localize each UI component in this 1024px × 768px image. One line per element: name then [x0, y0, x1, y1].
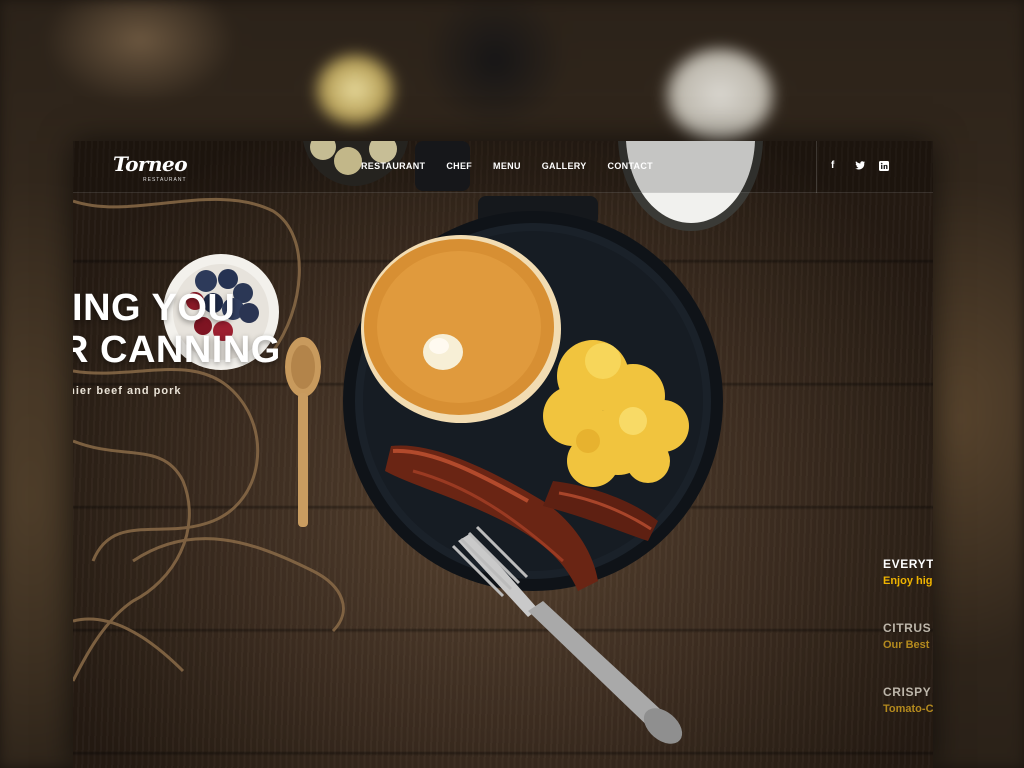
- feature-item[interactable]: EVERYTI Enjoy high: [883, 557, 933, 587]
- feature-item[interactable]: CITRUS , Our Best S: [883, 621, 933, 651]
- linkedin-icon[interactable]: [879, 161, 889, 171]
- feature-title: CITRUS ,: [883, 621, 933, 635]
- feature-subtitle: Enjoy high: [883, 575, 933, 587]
- feature-subtitle: Our Best S: [883, 639, 933, 651]
- feature-item[interactable]: CRISPY I Tomato-C: [883, 685, 933, 715]
- brand-logo[interactable]: Torneo RESTAURANT: [113, 152, 188, 183]
- nav-item-chef[interactable]: CHEF: [446, 161, 472, 171]
- feature-title: CRISPY I: [883, 685, 933, 699]
- facebook-icon[interactable]: f: [831, 161, 841, 171]
- hero-title: IING YOU R CANNING: [73, 287, 281, 371]
- pancake: [361, 235, 561, 423]
- nav-item-menu[interactable]: MENU: [493, 161, 521, 171]
- brand-tagline: RESTAURANT: [143, 177, 187, 183]
- main-nav: RESTAURANT CHEF MENU GALLERY CONTACT: [361, 161, 674, 171]
- twitter-icon[interactable]: [855, 161, 865, 171]
- hero-subtitle: chier beef and pork: [73, 385, 182, 397]
- social-links: f: [831, 161, 889, 171]
- feature-list: EVERYTI Enjoy high CITRUS , Our Best S C…: [883, 557, 933, 749]
- nav-item-contact[interactable]: CONTACT: [608, 161, 653, 171]
- feature-title: EVERYTI: [883, 557, 933, 571]
- divider: [816, 141, 817, 193]
- nav-item-restaurant[interactable]: RESTAURANT: [361, 161, 425, 171]
- wooden-spoon: [285, 337, 321, 527]
- hero-title-line-2: R CANNING: [73, 329, 281, 371]
- feature-subtitle: Tomato-C: [883, 703, 933, 715]
- hero-title-line-1: IING YOU: [73, 287, 236, 329]
- brand-name: Torneo: [113, 152, 188, 176]
- website-preview: Torneo RESTAURANT RESTAURANT CHEF MENU G…: [73, 141, 933, 768]
- hero-section: IING YOU R CANNING chier beef and pork: [73, 287, 281, 397]
- breakfast-photo: [73, 141, 763, 744]
- nav-item-gallery[interactable]: GALLERY: [542, 161, 587, 171]
- top-navigation-bar: Torneo RESTAURANT RESTAURANT CHEF MENU G…: [73, 141, 933, 193]
